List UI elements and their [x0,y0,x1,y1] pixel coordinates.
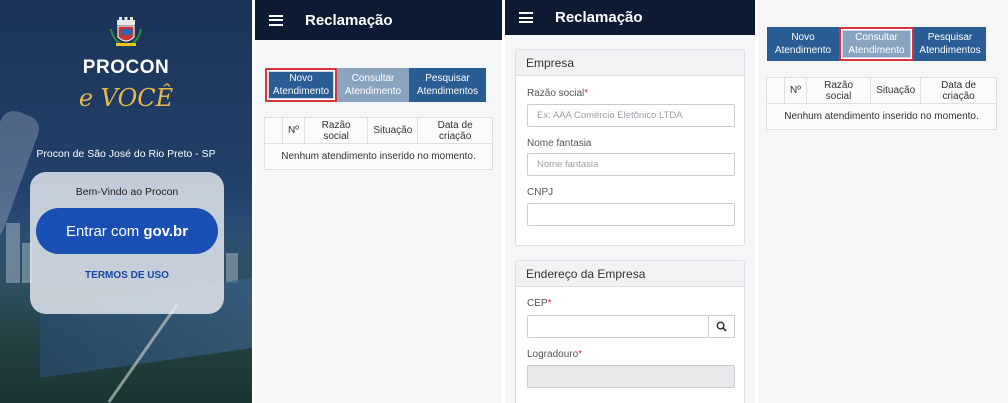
login-card: Bem-Vindo ao Procon Entrar com gov.br TE… [30,172,224,314]
gov-button-prefix: Entrar com [65,222,140,240]
column-select [766,77,785,104]
column-status: Situação [367,117,419,144]
city-crest-icon [110,17,142,47]
cep-label: CEP* [527,298,552,309]
logradouro-label: Logradouro* [527,349,583,360]
query-ticket-button[interactable]: Consultar Atendimento [839,27,914,61]
query-ticket-button[interactable]: Consultar Atendimento [337,68,409,102]
city-label: Procon de São José do Rio Preto - SP [36,148,216,160]
search-tickets-button[interactable]: Pesquisar Atendimentos [914,27,986,61]
app-bar: Reclamação [505,0,755,35]
brand-slogan: e VOCÊ [78,84,174,112]
nome-fantasia-input[interactable]: Nome fantasia [527,153,735,176]
search-icon [716,321,727,332]
table-header-row: Nº Razão social Situação Data de criação [766,77,997,104]
column-status: Situação [870,77,922,104]
form-screen: Reclamação Empresa Razão social* Ex: AAA… [505,0,755,403]
cnpj-input[interactable] [527,203,735,226]
cep-input[interactable] [527,315,709,338]
address-fieldset: Endereço da Empresa CEP* Logradouro* [515,260,745,403]
new-ticket-button[interactable]: Novo Atendimento [767,27,839,61]
list-screen-query: Novo Atendimento Consultar Atendimento Pes… [758,0,1008,403]
gov-login-button[interactable]: Entrar com gov.br [36,208,218,254]
tickets-table: Nº Razão social Situação Data de criação… [766,77,997,130]
building-shape [6,223,20,283]
logradouro-input[interactable] [527,365,735,388]
action-button-group: Novo Atendimento Consultar Atendimento Pes… [265,68,486,102]
page-title: Reclamação [555,9,643,26]
building-shape [226,253,238,283]
razao-social-input[interactable]: Ex: AAA Comércio Eletônico LTDA [527,104,735,127]
list-screen-new: Reclamação Novo Atendimento Consultar Aten… [255,0,502,403]
welcome-text: Bem-Vindo ao Procon [75,186,179,198]
column-created: Data de criação [920,77,997,104]
column-select [264,117,283,144]
terms-link[interactable]: TERMOS DE USO [30,270,224,281]
column-number: Nº [282,117,305,144]
column-company: Razão social [805,77,872,104]
new-ticket-button[interactable]: Novo Atendimento [265,68,337,102]
menu-icon[interactable] [269,14,283,26]
cep-search-button[interactable] [709,315,735,338]
search-tickets-button[interactable]: Pesquisar Atendimentos [409,68,486,102]
cnpj-label: CNPJ [527,187,554,198]
address-section-title: Endereço da Empresa [516,261,744,287]
brand-title: PROCON [82,57,170,78]
nome-fantasia-label: Nome fantasia [527,138,592,149]
column-number: Nº [784,77,807,104]
action-button-group: Novo Atendimento Consultar Atendimento Pes… [767,27,986,61]
column-created: Data de criação [417,117,493,144]
tickets-table: Nº Razão social Situação Data de criação… [264,117,493,170]
empty-message: Nenhum atendimento inserido no momento. [766,103,997,130]
company-section-title: Empresa [516,50,744,76]
company-fieldset: Empresa Razão social* Ex: AAA Comércio E… [515,49,745,246]
razao-social-label: Razão social* [527,88,589,99]
login-screen: PROCON e VOCÊ Procon de São José do Rio … [0,0,252,403]
column-company: Razão social [303,117,369,144]
app-bar: Reclamação [255,0,502,40]
gov-button-brand: gov.br [143,222,189,240]
table-header-row: Nº Razão social Situação Data de criação [264,117,493,144]
empty-message: Nenhum atendimento inserido no momento. [264,143,493,170]
menu-icon[interactable] [519,12,533,23]
page-title: Reclamação [305,11,393,29]
